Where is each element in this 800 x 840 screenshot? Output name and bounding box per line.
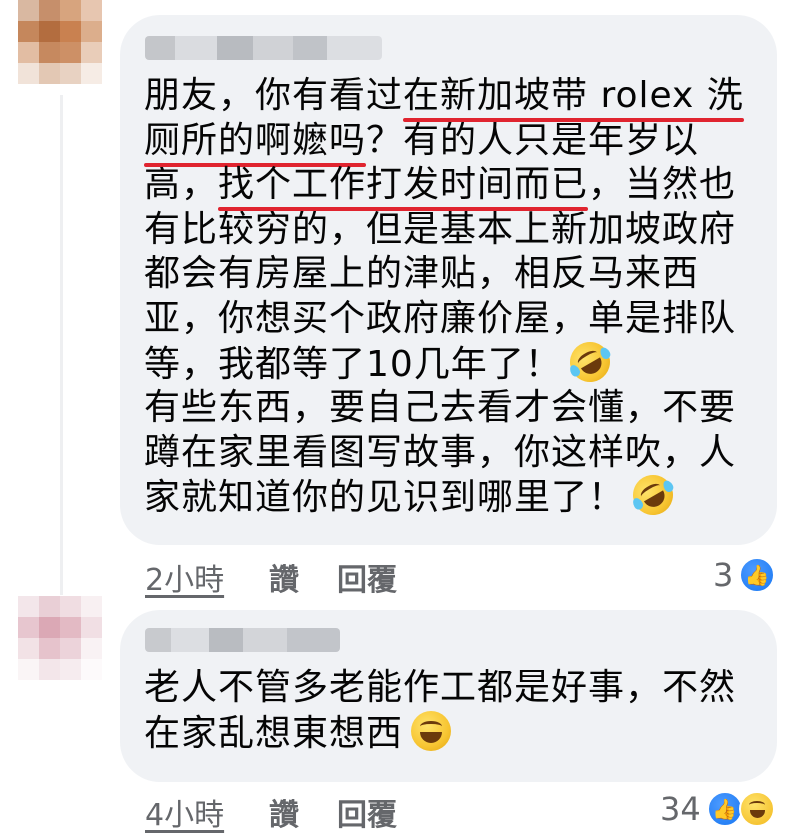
- text-run: 家就知道你的见识到哪里了！: [144, 477, 626, 519]
- rolling-laughing-emoji-icon: [562, 334, 618, 389]
- avatar[interactable]: [18, 596, 102, 680]
- text-run: 等，我都等了10几年了！: [144, 343, 562, 385]
- comment-line: 等，我都等了10几年了！: [144, 334, 744, 389]
- text-run: ？有的人只是年岁以: [366, 119, 700, 161]
- text-run: 都会有房屋上的津贴，相反马来西: [144, 253, 700, 295]
- text-run: ，当然也: [588, 164, 737, 206]
- comment-line: 有些东西，要自己去看才会懂，不要: [144, 386, 744, 431]
- underlined-text: 厕所的啊嬷吗: [144, 119, 367, 161]
- comment-line: 亚，你想买个政府廉价屋，单是排队: [144, 297, 744, 342]
- comment-line: 朋友，你有看过在新加坡带 rolex 洗: [144, 74, 744, 119]
- like-button[interactable]: 讚: [269, 790, 299, 834]
- comment-line: 老人不管多老能作工都是好事，不然: [144, 666, 736, 711]
- text-run: 朋友，你有看过: [144, 75, 404, 116]
- comment-text: 朋友，你有看过在新加坡带 rolex 洗厕所的啊嬷吗？有的人只是年岁以 高，找个工…: [144, 74, 744, 523]
- like-button[interactable]: 讚: [269, 555, 299, 599]
- text-run: 有比较穷的，但是基本上新加坡政府: [144, 208, 737, 250]
- like-icon: 👍: [739, 557, 776, 593]
- comment-line: 厕所的啊嬷吗？有的人只是年岁以: [144, 119, 744, 164]
- haha-icon: [738, 791, 775, 827]
- reaction-count: 3: [713, 556, 734, 594]
- comment-line: 有比较穷的，但是基本上新加坡政府: [144, 208, 744, 253]
- comment-timestamp[interactable]: 4小時: [145, 790, 224, 834]
- comment-line: 蹲在家里看图写故事，你这样吹，人: [144, 431, 744, 476]
- text-run: 有些东西，要自己去看才会懂，不要: [144, 387, 737, 429]
- comment-line: 家就知道你的见识到哪里了！: [144, 468, 744, 523]
- text-run: 亚，你想买个政府廉价屋，单是排队: [144, 297, 737, 339]
- text-run: 高，: [144, 164, 219, 206]
- reply-thread-line: [60, 95, 63, 595]
- comment-line: 高，找个工作打发时间而已，当然也: [144, 163, 744, 208]
- comment-line: 在家乱想東想西: [144, 710, 736, 756]
- reaction-summary[interactable]: 34 👍: [660, 790, 775, 828]
- comment-timestamp[interactable]: 2小時: [145, 555, 224, 599]
- reply-button[interactable]: 回覆: [337, 790, 397, 834]
- reply-button[interactable]: 回覆: [337, 555, 397, 599]
- comment-line: 都会有房屋上的津贴，相反马来西: [144, 252, 744, 297]
- grinning-emoji-icon: [411, 710, 452, 751]
- underlined-text: 在新加坡带 rolex 洗: [403, 75, 744, 116]
- underlined-text: 找个工作打发时间而已: [218, 164, 589, 206]
- reaction-count: 34: [660, 790, 701, 828]
- commenter-name-blurred[interactable]: [145, 628, 340, 652]
- text-run: 蹲在家里看图写故事，你这样吹，人: [144, 431, 737, 473]
- comment-text: 老人不管多老能作工都是好事，不然 在家乱想東想西: [144, 666, 736, 755]
- reaction-summary[interactable]: 3 👍: [713, 556, 776, 594]
- rolling-laughing-emoji-icon: [625, 468, 681, 523]
- like-icon: 👍: [706, 791, 743, 827]
- avatar[interactable]: [18, 0, 102, 84]
- text-run: 老人不管多老能作工都是好事，不然: [144, 667, 737, 708]
- commenter-name-blurred[interactable]: [145, 36, 382, 60]
- text-run: 在家乱想東想西: [144, 712, 404, 754]
